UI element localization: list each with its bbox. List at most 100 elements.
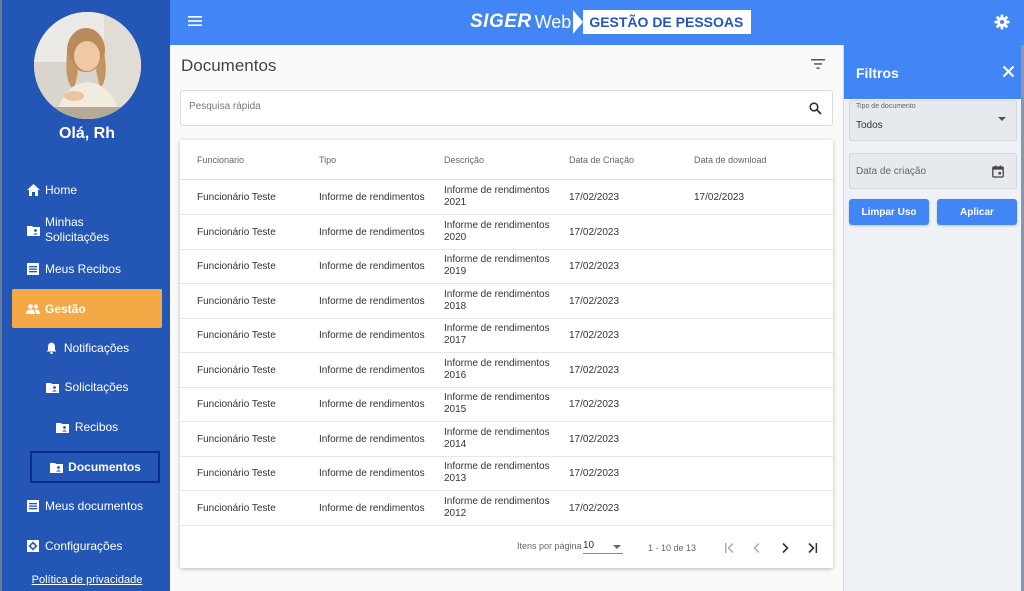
page-size-select[interactable]: 10	[583, 538, 623, 554]
prev-page-button[interactable]	[748, 539, 766, 557]
cell-tipo: Informe de rendimentos	[319, 261, 425, 272]
cell-funcionario: Funcionário Teste	[197, 468, 276, 479]
gear-icon[interactable]	[994, 14, 1010, 30]
cell-descricao-line2: 2018	[444, 301, 467, 312]
sidebar-item-label: Gestão	[45, 301, 86, 316]
cell-descricao: Informe de rendimentos 2020	[444, 220, 559, 244]
cell-data-criacao: 17/02/2023	[569, 192, 620, 203]
logo-web: Web	[534, 11, 572, 32]
caret-down-icon	[613, 545, 621, 549]
creation-date-placeholder: Data de criação	[856, 166, 927, 177]
greeting: Olá, Rh	[58, 125, 115, 142]
privacy-link[interactable]: Política de privacidade	[2, 574, 172, 586]
table-row[interactable]: Funcionário Teste Informe de rendimentos…	[180, 422, 833, 457]
sidebar-item-documentos[interactable]: Documentos	[30, 451, 160, 483]
cell-descricao-line1: Informe de rendimentos	[444, 358, 550, 369]
documents-table: Funcionario Tipo Descrição Data de Criaç…	[180, 140, 833, 568]
page-range: 1 - 10 de 13	[648, 543, 697, 553]
next-page-button[interactable]	[776, 539, 794, 557]
cell-descricao: Informe de rendimentos 2016	[444, 358, 559, 382]
calendar-icon[interactable]	[992, 165, 1004, 178]
page-size-value: 10	[583, 540, 595, 551]
people-icon	[26, 302, 40, 316]
search-input[interactable]	[189, 101, 789, 112]
top-bar: SIGER Web GESTÃO DE PESSOAS	[170, 0, 1024, 45]
table-row[interactable]: Funcionário Teste Informe de rendimentos…	[180, 387, 833, 422]
sidebar-item-minhas-solicitacoes[interactable]: Minhas Solicitações	[12, 214, 162, 246]
cell-funcionario: Funcionário Teste	[197, 330, 276, 341]
sidebar-item-configuracoes[interactable]: Configurações	[12, 537, 162, 555]
last-page-button[interactable]	[804, 539, 822, 557]
chevron-right-icon	[782, 542, 789, 554]
cell-descricao-line2: 2019	[444, 266, 467, 277]
apply-filters-button[interactable]: Aplicar	[937, 199, 1017, 225]
cell-descricao-line1: Informe de rendimentos	[444, 220, 550, 231]
cell-descricao-line2: 2014	[444, 439, 467, 450]
column-header-data-download[interactable]: Data de download	[694, 155, 767, 165]
page-title: Documentos	[181, 56, 277, 75]
sidebar-item-home[interactable]: Home	[12, 181, 162, 199]
clear-filters-button[interactable]: Limpar Uso	[849, 199, 929, 225]
table-row[interactable]: Funcionário Teste Informe de rendimentos…	[180, 318, 833, 353]
cell-tipo: Informe de rendimentos	[319, 330, 425, 341]
settings-box-icon	[26, 539, 40, 553]
cell-descricao: Informe de rendimentos 2017	[444, 323, 559, 347]
sidebar-item-label: Meus Recibos	[45, 262, 122, 276]
cell-descricao-line2: 2012	[444, 508, 467, 519]
sidebar-item-label: Meus documentos	[45, 499, 144, 513]
cell-funcionario: Funcionário Teste	[197, 192, 276, 203]
table-row[interactable]: Funcionário Teste Informe de rendimentos…	[180, 491, 833, 526]
sidebar-item-recibos[interactable]: Recibos	[12, 418, 162, 436]
cell-data-criacao: 17/02/2023	[569, 503, 620, 514]
table-row[interactable]: Funcionário Teste Informe de rendimentos…	[180, 180, 833, 215]
last-page-icon	[808, 542, 818, 554]
sidebar-item-label: Minhas Solicitações	[45, 215, 110, 244]
column-header-data-criacao[interactable]: Data de Criação	[569, 155, 634, 165]
table-row[interactable]: Funcionário Teste Informe de rendimentos…	[180, 215, 833, 250]
table-row[interactable]: Funcionário Teste Informe de rendimentos…	[180, 284, 833, 319]
table-row[interactable]: Funcionário Teste Informe de rendimentos…	[180, 249, 833, 284]
folder-person-icon	[26, 223, 40, 237]
table-row[interactable]: Funcionário Teste Informe de rendimentos…	[180, 456, 833, 491]
table-row[interactable]: Funcionário Teste Informe de rendimentos…	[180, 353, 833, 388]
search-icon[interactable]	[809, 102, 822, 115]
cell-descricao-line2: 2017	[444, 335, 467, 346]
cell-descricao-line1: Informe de rendimentos	[444, 461, 550, 472]
cell-tipo: Informe de rendimentos	[319, 192, 425, 203]
avatar	[34, 12, 141, 119]
cell-descricao-line2: 2013	[444, 473, 467, 484]
cell-descricao: Informe de rendimentos 2014	[444, 427, 559, 451]
doc-type-select[interactable]: Tipo de documento Todos	[849, 100, 1017, 141]
column-header-tipo[interactable]: Tipo	[319, 155, 336, 165]
cell-data-criacao: 17/02/2023	[569, 399, 620, 410]
column-header-descricao[interactable]: Descrição	[444, 155, 484, 165]
sidebar-item-gestao[interactable]: Gestão	[12, 289, 162, 328]
home-icon	[26, 183, 40, 197]
paginator: Itens por página 10 1 - 10 de 13	[180, 531, 833, 568]
cell-descricao: Informe de rendimentos 2021	[444, 185, 559, 209]
chevron-left-icon	[753, 542, 760, 554]
creation-date-field[interactable]: Data de criação	[849, 153, 1017, 189]
cell-descricao-line1: Informe de rendimentos	[444, 254, 550, 265]
first-page-button[interactable]	[720, 539, 738, 557]
cell-tipo: Informe de rendimentos	[319, 503, 425, 514]
cell-data-criacao: 17/02/2023	[569, 330, 620, 341]
page-size-label: Itens por página	[517, 541, 582, 551]
filter-list-icon[interactable]	[811, 58, 825, 70]
close-icon[interactable]	[1002, 65, 1015, 78]
column-header-funcionario[interactable]: Funcionario	[197, 155, 244, 165]
sidebar-item-meus-documentos[interactable]: Meus documentos	[12, 497, 162, 515]
sidebar-item-notificacoes[interactable]: Notificações	[12, 339, 162, 357]
cell-funcionario: Funcionário Teste	[197, 503, 276, 514]
sidebar-item-solicitacoes[interactable]: Solicitações	[12, 378, 162, 396]
quick-search	[180, 90, 833, 126]
cell-tipo: Informe de rendimentos	[319, 227, 425, 238]
menu-icon[interactable]	[188, 15, 202, 27]
cell-descricao-line1: Informe de rendimentos	[444, 323, 550, 334]
folder-person-icon	[49, 460, 63, 474]
cell-tipo: Informe de rendimentos	[319, 365, 425, 376]
filter-header: Filtros	[844, 45, 1024, 99]
sidebar-item-label: Configurações	[45, 539, 123, 553]
cell-tipo: Informe de rendimentos	[319, 434, 425, 445]
sidebar-item-meus-recibos[interactable]: Meus Recibos	[12, 260, 162, 278]
